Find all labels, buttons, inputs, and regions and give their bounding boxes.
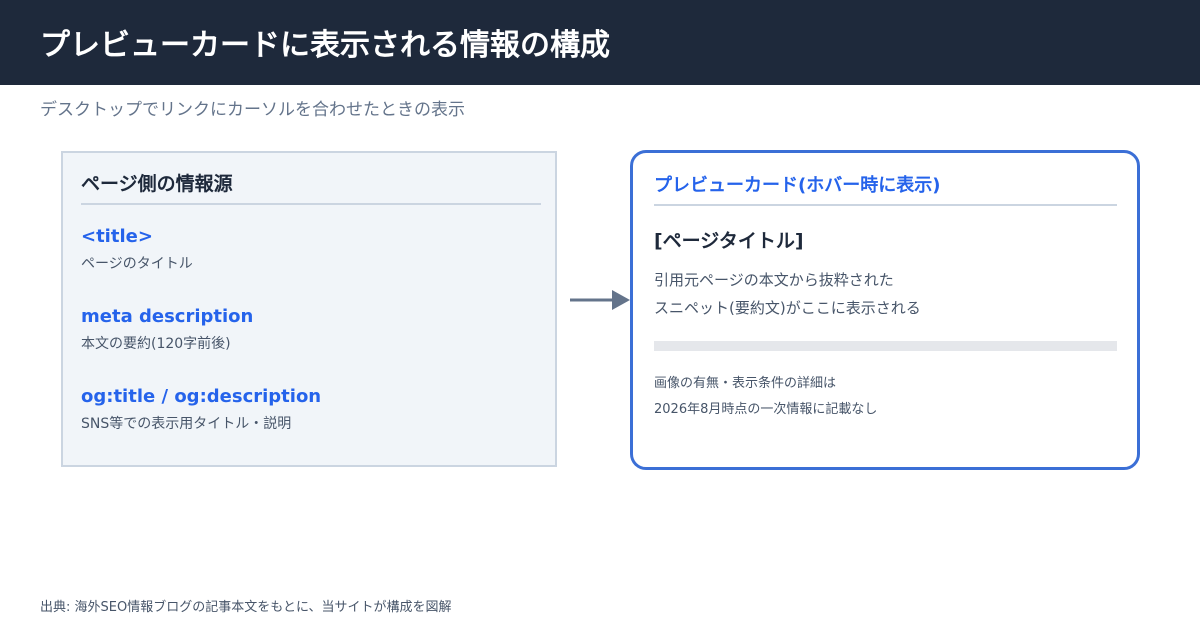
preview-card-note: 画像の有無・表示条件の詳細は 2026年8月時点の一次情報に記載なし [654,371,877,423]
arrow-right-icon [570,290,630,310]
page-subtitle: デスクトップでリンクにカーソルを合わせたときの表示 [40,100,465,120]
note-line: 2026年8月時点の一次情報に記載なし [654,402,878,417]
source-item-name: og:title / og:description [81,386,322,407]
preview-card-divider [654,204,1117,206]
source-item-name: <title> [81,226,153,247]
source-box-heading: ページ側の情報源 [81,173,233,195]
source-info-box: ページ側の情報源 <title> ページのタイトル meta descripti… [61,151,557,467]
source-item-meta-description: meta description 本文の要約(120字前後) [81,305,253,354]
header-bar: プレビューカードに表示される情報の構成 [0,0,1200,85]
page-title: プレビューカードに表示される情報の構成 [40,28,610,63]
source-item-desc: ページのタイトル [81,256,193,272]
preview-card-placeholder-bar [654,341,1117,351]
preview-card-snippet: 引用元ページの本文から抜粋された スニペット(要約文)がここに表示される [654,266,921,322]
source-item-og: og:title / og:description SNS等での表示用タイトル・… [81,385,321,434]
snippet-line: 引用元ページの本文から抜粋された [654,271,894,289]
preview-card: プレビューカード(ホバー時に表示) [ページタイトル] 引用元ページの本文から抜… [630,150,1140,470]
snippet-line: スニペット(要約文)がここに表示される [654,299,921,317]
preview-card-page-title: [ページタイトル] [654,230,804,252]
note-line: 画像の有無・表示条件の詳細は [654,376,837,391]
preview-card-heading: プレビューカード(ホバー時に表示) [654,175,941,196]
source-credit: 出典: 海外SEO情報ブログの記事本文をもとに、当サイトが構成を図解 [40,600,452,615]
source-box-divider [81,203,541,205]
source-item-desc: 本文の要約(120字前後) [81,336,231,352]
source-item-name: meta description [81,306,254,327]
source-item-desc: SNS等での表示用タイトル・説明 [81,416,292,432]
source-item-title: <title> ページのタイトル [81,225,193,274]
